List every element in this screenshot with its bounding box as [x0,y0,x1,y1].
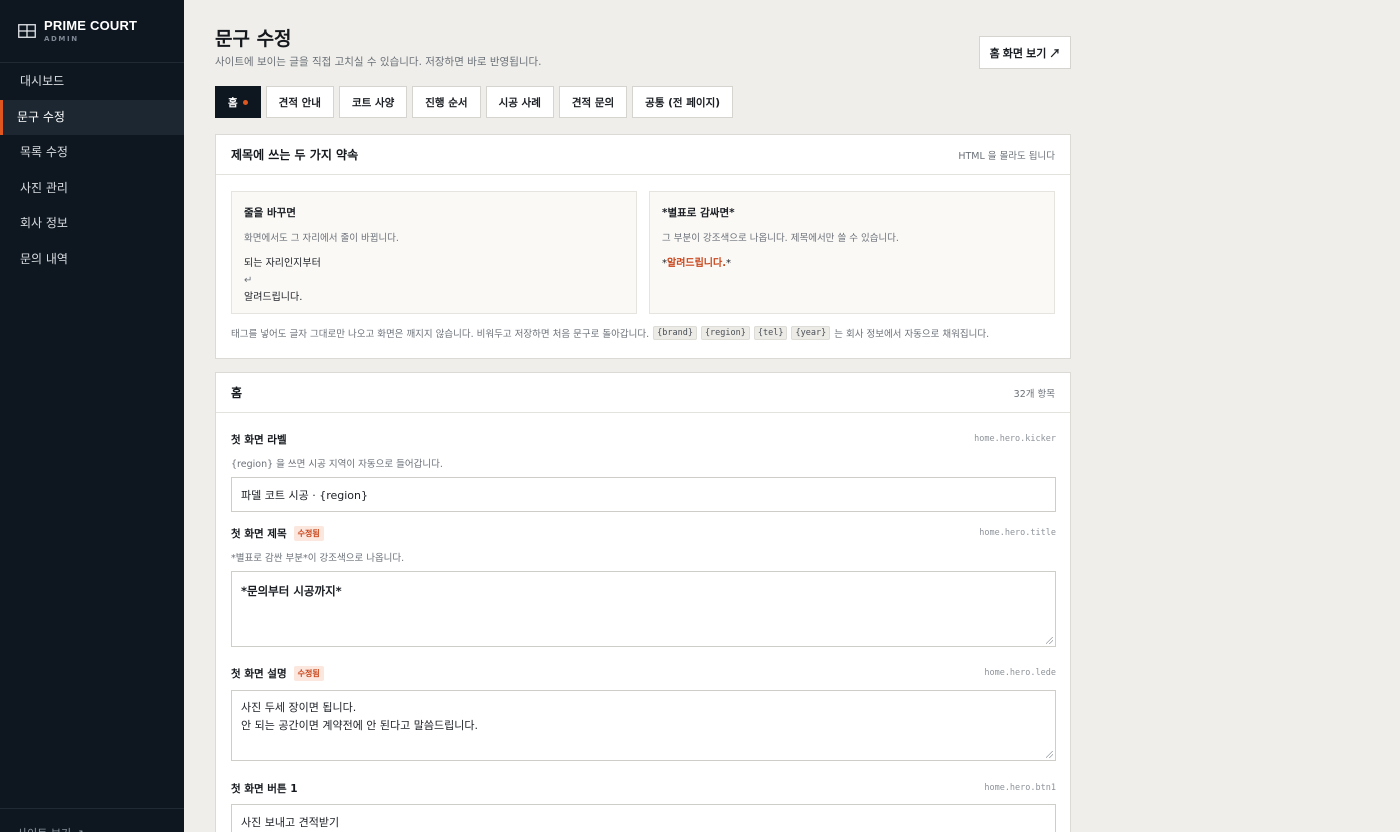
grid-icon [18,24,36,38]
textarea-line: 사진 두세 장이면 됩니다. [241,701,357,714]
brand-name: PRIME COURT [44,18,138,33]
rule-example: *알려드립니다.* [662,255,1042,272]
item-count: 32개 항목 [1013,388,1055,400]
sidebar-item-text-edit[interactable]: 문구 수정 [0,99,184,135]
hero-lede-textarea[interactable]: 사진 두세 장이면 됩니다. 안 되는 공간이면 계약전에 안 된다고 말씀드립니… [231,690,1056,761]
note-text: 는 회사 정보에서 자동으로 채워집니다. [834,329,990,340]
tab-common[interactable]: 공통 (전 페이지) [632,86,734,118]
field-key: home.hero.title [979,528,1056,538]
page-subtitle: 사이트에 보이는 글을 직접 고치실 수 있습니다. 저장하면 바로 반영됩니다… [215,56,542,68]
token-tel: {tel} [753,326,788,340]
field-key: home.hero.lede [984,668,1056,678]
resize-handle[interactable] [1046,637,1053,644]
field-help: *별표로 감싼 부분*이 강조색으로 나옵니다. [231,553,405,564]
rule-title: 줄을 바꾸면 [244,207,296,219]
rules-note: 태그를 넣어도 글자 그대로만 나오고 화면은 깨지지 않습니다. 비워두고 저… [231,326,989,340]
rules-card-meta: HTML 을 몰라도 됩니다 [958,150,1055,162]
sidebar: PRIME COURT ADMIN 대시보드 문구 수정 목록 수정 사진 관리… [0,0,184,832]
tab-process[interactable]: 진행 순서 [412,86,481,118]
field-label-row: 첫 화면 설명 수정됨 [231,666,1056,681]
sidebar-item-inquiries[interactable]: 문의 내역 [0,242,184,278]
rules-card-header: 제목에 쓰는 두 가지 약속 HTML 을 몰라도 됩니다 [216,135,1070,175]
sidebar-nav: 대시보드 문구 수정 목록 수정 사진 관리 회사 정보 문의 내역 [0,63,184,277]
sidebar-item-company[interactable]: 회사 정보 [0,206,184,242]
hero-kicker-input[interactable]: 파델 코트 시공 · {region} [231,477,1056,512]
brand-subtitle: ADMIN [44,35,79,43]
view-home-button[interactable]: 홈 화면 보기 ↗ [979,36,1071,69]
field-label: 첫 화면 버튼 1 [231,783,298,795]
home-card: 홈 32개 항목 첫 화면 라벨 home.hero.kicker {regio… [215,372,1071,832]
tab-inquiry[interactable]: 견적 문의 [558,86,628,118]
page-tabs: 홈 견적 안내 코트 사양 진행 순서 시공 사례 견적 문의 공통 (전 페이… [215,86,734,118]
rule-linebreak: 줄을 바꾸면 화면에서도 그 자리에서 줄이 바뀝니다. 되는 자리인지부터 ↵… [231,191,637,314]
tab-label: 홈 [228,96,238,109]
tab-estimate-guide[interactable]: 견적 안내 [265,86,334,118]
rules-card-title: 제목에 쓰는 두 가지 약속 [231,148,359,162]
tab-home[interactable]: 홈 [215,86,261,118]
token-year: {year} [791,326,831,340]
token-region: {region} [700,326,750,340]
home-card-header: 홈 32개 항목 [216,373,1070,413]
field-key: home.hero.btn1 [984,783,1056,793]
field-label-row: 첫 화면 제목 수정됨 [231,526,1056,541]
rule-desc: 그 부분이 강조색으로 나옵니다. 제목에서만 쓸 수 있습니다. [662,233,899,244]
token-brand: {brand} [653,326,697,340]
field-label: 첫 화면 라벨 [231,434,287,446]
field-label: 첫 화면 제목 [231,528,287,540]
rule-desc: 화면에서도 그 자리에서 줄이 바뀝니다. [244,233,399,244]
tab-court-spec[interactable]: 코트 사양 [338,86,408,118]
rule-example: 되는 자리인지부터 ↵ 알려드립니다. [244,255,624,306]
rule-title: *별표로 감싸면* [662,207,735,219]
textarea-line: 안 되는 공간이면 계약전에 안 된다고 말씀드립니다. [241,719,478,732]
sidebar-item-photos[interactable]: 사진 관리 [0,171,184,207]
rules-card: 제목에 쓰는 두 가지 약속 HTML 을 몰라도 됩니다 줄을 바꾸면 화면에… [215,134,1071,359]
field-key: home.hero.kicker [974,434,1056,444]
field-hero-kicker: 첫 화면 라벨 home.hero.kicker {region} 을 쓰면 시… [231,432,1056,512]
hero-btn1-input[interactable]: 사진 보내고 견적받기 [231,804,1056,832]
sidebar-item-dashboard[interactable]: 대시보드 [0,64,184,100]
field-hero-title: 첫 화면 제목 수정됨 home.hero.title *별표로 감싼 부분*이 … [231,526,1056,647]
example-line: 알려드립니다. [244,292,303,303]
example-line: 되는 자리인지부터 [244,258,321,269]
field-hero-lede: 첫 화면 설명 수정됨 home.hero.lede 사진 두세 장이면 됩니다.… [231,666,1056,761]
main-content: 문구 수정 사이트에 보이는 글을 직접 고치실 수 있습니다. 저장하면 바로… [184,0,1400,832]
modified-dot [242,99,248,105]
rule-asterisk: *별표로 감싸면* 그 부분이 강조색으로 나옵니다. 제목에서만 쓸 수 있습… [649,191,1055,314]
brand[interactable]: PRIME COURT ADMIN [0,0,184,63]
modified-badge: 수정됨 [293,666,324,681]
field-hero-btn1: 첫 화면 버튼 1 home.hero.btn1 사진 보내고 견적받기 [231,781,1056,832]
page-title: 문구 수정 [215,28,292,50]
field-label: 첫 화면 설명 [231,668,287,680]
view-site-link[interactable]: 사이트 보기 ↗ [0,808,184,832]
field-help: {region} 을 쓰면 시공 지역이 자동으로 들어갑니다. [231,459,443,470]
accent-text: 알려드립니다. [667,258,726,269]
modified-badge: 수정됨 [293,526,324,541]
return-icon: ↵ [244,275,253,286]
home-card-title: 홈 [231,386,243,400]
tab-cases[interactable]: 시공 사례 [485,86,554,118]
resize-handle[interactable] [1046,751,1053,758]
sidebar-item-list-edit[interactable]: 목록 수정 [0,135,184,171]
star-mark: * [726,258,731,269]
textarea-value: *문의부터 시공까지* [241,584,342,598]
hero-title-textarea[interactable]: *문의부터 시공까지* [231,571,1056,647]
note-text: 태그를 넣어도 글자 그대로만 나오고 화면은 깨지지 않습니다. 비워두고 저… [231,329,650,340]
